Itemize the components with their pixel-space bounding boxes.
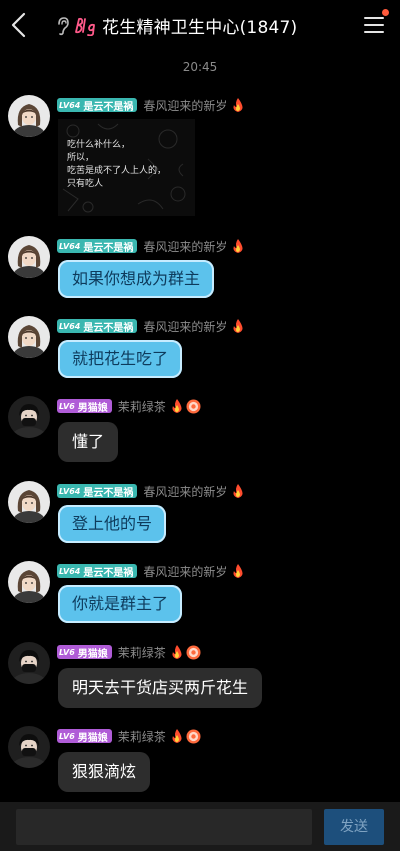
- sender-line: LV6 男猫娘 茉莉绿茶: [57, 398, 201, 414]
- flame-icon: [171, 729, 183, 743]
- image-caption: 吃什么补什么， 所以， 吃苦是成不了人上人的， 只有吃人: [67, 140, 167, 189]
- level-badge: LV64 是云不是祸: [57, 319, 138, 334]
- sender-line: LV64 是云不是祸 春风迎来的新岁: [57, 97, 244, 113]
- message-item: LV64 是云不是祸 春风迎来的新岁 就把花生吃了: [8, 316, 392, 380]
- level-badge: LV6 男猫娘: [57, 645, 112, 660]
- sender-subtitle: 茉莉绿茶: [117, 399, 166, 414]
- level-badge: LV6 男猫娘: [57, 399, 112, 414]
- sender-line: LV6 男猫娘 茉莉绿茶: [57, 728, 201, 744]
- hamburger-menu-icon[interactable]: [364, 16, 384, 34]
- sender-subtitle: 春风迎来的新岁: [143, 564, 228, 579]
- avatar[interactable]: [8, 561, 50, 603]
- level-badge: LV64 是云不是祸: [57, 98, 138, 113]
- flame-icon: [232, 564, 244, 578]
- message-bubble[interactable]: 如果你想成为群主: [58, 260, 215, 298]
- sender-line: LV64 是云不是祸 春风迎来的新岁: [57, 563, 244, 579]
- level-badge: LV64 是云不是祸: [57, 239, 138, 254]
- ear-icon: [58, 16, 69, 35]
- message-bubble[interactable]: 明天去干货店买两斤花生: [58, 668, 263, 708]
- sender-subtitle: 茉莉绿茶: [117, 645, 166, 660]
- message-item: LV6 男猫娘 茉莉绿茶 明天去干货店买两斤花生: [8, 642, 392, 710]
- message-bubble[interactable]: 狠狠滴炫: [58, 752, 151, 792]
- message-bubble[interactable]: 登上他的号: [58, 505, 167, 543]
- avatar[interactable]: [8, 642, 50, 684]
- avatar[interactable]: [8, 95, 50, 137]
- sender-subtitle: 茉莉绿茶: [117, 729, 166, 744]
- timestamp: 20:45: [182, 60, 218, 74]
- sender-line: LV64 是云不是祸 春风迎来的新岁: [57, 238, 244, 254]
- flame-icon: [171, 399, 183, 413]
- flame-icon: [232, 319, 244, 333]
- flame-icon: [232, 98, 244, 112]
- flame-icon: [232, 239, 244, 253]
- flower-badge-icon: [186, 645, 201, 660]
- level-badge: LV6 男猫娘: [57, 729, 112, 744]
- sender-subtitle: 春风迎来的新岁: [143, 98, 228, 113]
- message-item: LV64 是云不是祸 春风迎来的新岁 你就是群主了: [8, 561, 392, 625]
- message-bubble[interactable]: 你就是群主了: [58, 585, 183, 623]
- flower-badge-icon: [186, 399, 201, 414]
- avatar[interactable]: [8, 316, 50, 358]
- image-message[interactable]: 吃什么补什么， 所以， 吃苦是成不了人上人的， 只有吃人: [58, 119, 195, 216]
- message-bubble[interactable]: 就把花生吃了: [58, 340, 183, 378]
- level-badge: LV64 是云不是祸: [57, 564, 138, 579]
- chat-title: 花生精神卫生中心(1847): [102, 18, 298, 38]
- send-button[interactable]: 发送: [324, 809, 384, 845]
- sender-subtitle: 春风迎来的新岁: [143, 319, 228, 334]
- blg-logo-icon: [75, 17, 95, 36]
- sender-subtitle: 春风迎来的新岁: [143, 239, 228, 254]
- message-item: LV6 男猫娘 茉莉绿茶 懂了: [8, 396, 392, 464]
- sender-line: LV64 是云不是祸 春风迎来的新岁: [57, 318, 244, 334]
- sender-line: LV6 男猫娘 茉莉绿茶: [57, 644, 201, 660]
- message-item: LV64 是云不是祸 春风迎来的新岁 如果你想成为群主: [8, 236, 392, 300]
- chevron-left-icon[interactable]: [8, 12, 32, 38]
- message-input[interactable]: [16, 809, 312, 845]
- avatar[interactable]: [8, 726, 50, 768]
- composer-bar: 发送: [0, 802, 400, 851]
- message-item: LV64 是云不是祸 春风迎来的新岁 登上他的号: [8, 481, 392, 545]
- message-item: LV6 男猫娘 茉莉绿茶 狠狠滴炫: [8, 726, 392, 794]
- level-badge: LV64 是云不是祸: [57, 484, 138, 499]
- top-bar: 花生精神卫生中心(1847): [0, 0, 400, 50]
- sender-subtitle: 春风迎来的新岁: [143, 484, 228, 499]
- sender-line: LV64 是云不是祸 春风迎来的新岁: [57, 483, 244, 499]
- message-bubble[interactable]: 懂了: [58, 422, 119, 462]
- title-area: 花生精神卫生中心(1847): [56, 13, 297, 38]
- flame-icon: [171, 645, 183, 659]
- avatar[interactable]: [8, 236, 50, 278]
- notification-dot: [382, 9, 389, 16]
- avatar[interactable]: [8, 396, 50, 438]
- avatar[interactable]: [8, 481, 50, 523]
- flower-badge-icon: [186, 729, 201, 744]
- flame-icon: [232, 484, 244, 498]
- message-item: LV64 是云不是祸 春风迎来的新岁 吃什么补什么， 所以， 吃苦是成不了人上人的…: [8, 95, 392, 220]
